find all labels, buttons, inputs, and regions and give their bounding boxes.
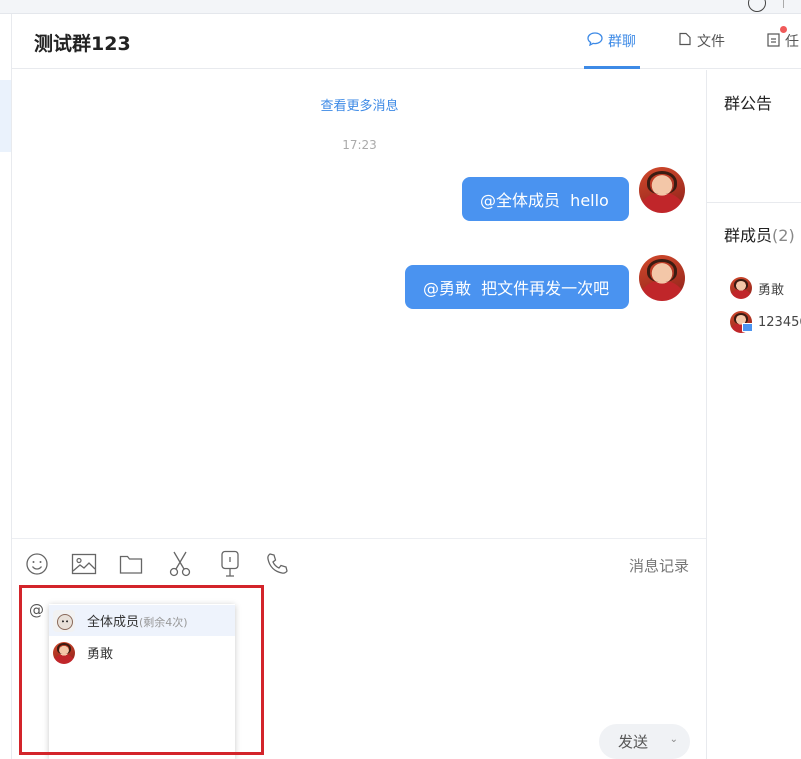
sidebar-section-divider [707, 202, 801, 203]
avatar [53, 641, 75, 664]
avatar[interactable] [639, 167, 685, 213]
task-icon [767, 32, 780, 51]
file-icon [678, 32, 692, 50]
tab-group-chat[interactable]: 群聊 [587, 31, 636, 51]
avatar[interactable] [639, 255, 685, 301]
message-text: @勇敢 把文件再发一次吧 [423, 279, 610, 298]
mention-popup: 全体成员(剩余4次) 勇敢 [49, 604, 235, 759]
message-timestamp: 17:23 [342, 138, 377, 152]
phone-icon[interactable] [264, 550, 290, 578]
tab-label: 群聊 [608, 34, 636, 50]
mention-label: 勇敢 [87, 647, 114, 662]
computer-icon [742, 323, 753, 332]
members-count: (2) [772, 226, 795, 245]
announcement-title: 群公告 [724, 94, 773, 113]
separator [783, 0, 784, 8]
message-bubble[interactable]: @全体成员 hello [462, 177, 629, 221]
mention-option-member[interactable]: 勇敢 [49, 637, 235, 668]
conversation-list-strip [0, 14, 12, 759]
composer-divider [12, 538, 706, 539]
page-title: 测试群123 [34, 33, 131, 55]
selected-conversation-marker[interactable] [0, 80, 11, 152]
chevron-down-icon[interactable]: ⌄ [670, 734, 678, 745]
mention-option-all[interactable]: 全体成员(剩余4次) [49, 605, 235, 636]
chat-bubble-icon [587, 32, 603, 50]
group-avatar-icon [53, 609, 75, 632]
shield-icon[interactable] [748, 0, 766, 12]
emoji-icon[interactable] [24, 550, 50, 578]
member-name: 勇敢 [758, 282, 785, 298]
load-more-link[interactable]: 查看更多消息 [12, 95, 707, 114]
message-area[interactable]: 查看更多消息 17:23 @全体成员 hello @勇敢 把文件再发一次吧 [12, 70, 707, 538]
mention-hint: (剩余4次) [139, 616, 188, 629]
member-item[interactable]: 勇敢 [730, 277, 784, 299]
member-name: 123456 [758, 314, 801, 330]
message-text: @全体成员 hello [480, 191, 609, 210]
member-item[interactable]: 123456 [730, 311, 801, 333]
active-tab-indicator [584, 66, 640, 69]
send-label: 发送 [618, 733, 649, 751]
composer-text: @ [29, 601, 44, 619]
avatar [730, 277, 752, 299]
scissors-icon[interactable] [167, 550, 193, 578]
members-title-label: 群成员 [724, 226, 773, 245]
chat-header: 测试群123 群聊 文件 任 [12, 14, 801, 69]
members-title: 群成员(2) [724, 222, 795, 246]
notification-dot [780, 26, 787, 33]
message-history-link[interactable]: 消息记录 [629, 555, 689, 576]
avatar [730, 311, 753, 333]
message-bubble[interactable]: @勇敢 把文件再发一次吧 [405, 265, 629, 309]
window-topbar [0, 0, 801, 14]
mention-label: 全体成员 [87, 615, 140, 630]
tab-files[interactable]: 文件 [678, 31, 725, 51]
tab-label: 任 [785, 34, 799, 50]
tab-tasks[interactable]: 任 [767, 31, 799, 51]
folder-icon[interactable] [118, 550, 144, 578]
send-button[interactable]: 发送 ⌄ [599, 724, 690, 759]
microphone-icon[interactable] [217, 550, 243, 578]
sidebar-divider [706, 70, 707, 759]
tab-label: 文件 [697, 34, 725, 50]
image-icon[interactable] [71, 550, 97, 578]
